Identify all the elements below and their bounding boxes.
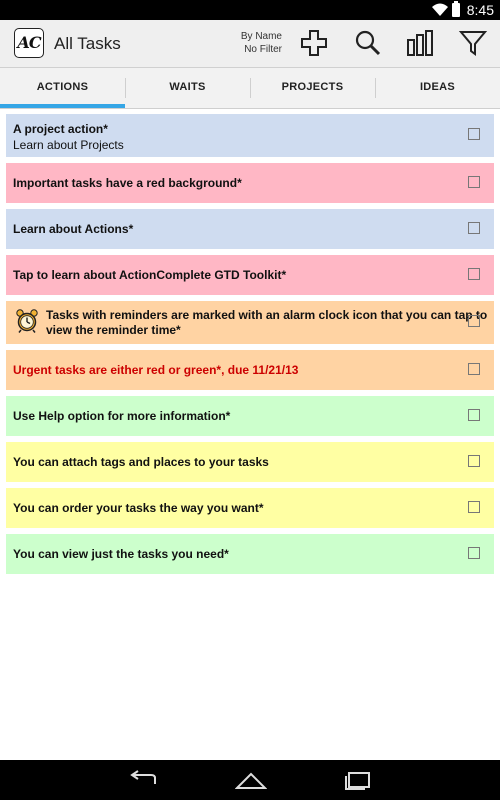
task-item[interactable]: Important tasks have a red background* bbox=[6, 163, 494, 203]
task-title: Urgent tasks are either red or green*, d… bbox=[13, 363, 299, 377]
tab-actions[interactable]: ACTIONS bbox=[0, 68, 125, 108]
tab-ideas[interactable]: IDEAS bbox=[375, 68, 500, 108]
task-checkbox[interactable] bbox=[468, 315, 480, 327]
tab-waits[interactable]: WAITS bbox=[125, 68, 250, 108]
sort-filter-info[interactable]: By Name No Filter bbox=[226, 30, 282, 56]
task-checkbox[interactable] bbox=[468, 455, 480, 467]
battery-icon bbox=[452, 1, 460, 17]
recents-icon[interactable] bbox=[343, 770, 373, 795]
task-item[interactable]: You can attach tags and places to your t… bbox=[6, 442, 494, 482]
tab-projects[interactable]: PROJECTS bbox=[250, 68, 375, 108]
home-icon[interactable] bbox=[234, 770, 268, 795]
search-icon[interactable] bbox=[353, 28, 383, 58]
task-item[interactable]: Tap to learn about ActionComplete GTD To… bbox=[6, 255, 494, 295]
task-checkbox[interactable] bbox=[468, 176, 480, 188]
task-title: Tasks with reminders are marked with an … bbox=[46, 308, 488, 322]
task-checkbox[interactable] bbox=[468, 409, 480, 421]
action-bar: AC All Tasks By Name No Filter bbox=[0, 20, 500, 68]
selected-tab-indicator bbox=[0, 104, 125, 108]
back-icon[interactable] bbox=[129, 770, 159, 795]
alarm-clock-icon[interactable] bbox=[16, 309, 38, 338]
task-checkbox[interactable] bbox=[468, 128, 480, 140]
task-item[interactable]: Learn about Actions* bbox=[6, 209, 494, 249]
tab-bar: ACTIONS WAITS PROJECTS IDEAS bbox=[0, 68, 500, 109]
task-title: You can view just the tasks you need* bbox=[13, 547, 229, 561]
task-title: A project action* bbox=[13, 122, 108, 136]
app-logo[interactable]: AC bbox=[14, 28, 44, 58]
task-item[interactable]: Tasks with reminders are marked with an … bbox=[6, 301, 494, 344]
task-title: You can order your tasks the way you wan… bbox=[13, 501, 264, 515]
task-title: Use Help option for more information* bbox=[13, 409, 231, 423]
task-checkbox[interactable] bbox=[468, 363, 480, 375]
task-title: Learn about Actions* bbox=[13, 222, 134, 236]
task-list: A project action* Learn about Projects I… bbox=[6, 114, 494, 580]
task-title: Tap to learn about ActionComplete GTD To… bbox=[13, 268, 287, 282]
stats-icon[interactable] bbox=[405, 28, 435, 58]
task-checkbox[interactable] bbox=[468, 547, 480, 559]
task-item[interactable]: Use Help option for more information* bbox=[6, 396, 494, 436]
task-title: Important tasks have a red background* bbox=[13, 176, 242, 190]
task-item[interactable]: Urgent tasks are either red or green*, d… bbox=[6, 350, 494, 390]
task-title-continued: view the reminder time* bbox=[46, 323, 181, 337]
task-title: You can attach tags and places to your t… bbox=[13, 455, 269, 469]
sort-label: By Name bbox=[240, 31, 282, 42]
task-checkbox[interactable] bbox=[468, 222, 480, 234]
clock: 8:45 bbox=[466, 2, 494, 18]
filter-label: No Filter bbox=[244, 44, 282, 55]
navigation-bar bbox=[0, 760, 500, 800]
task-item[interactable]: You can order your tasks the way you wan… bbox=[6, 488, 494, 528]
add-icon[interactable] bbox=[299, 28, 329, 58]
task-item[interactable]: A project action* Learn about Projects bbox=[6, 114, 494, 157]
filter-icon[interactable] bbox=[458, 28, 488, 58]
status-bar: 8:45 bbox=[0, 0, 500, 20]
task-checkbox[interactable] bbox=[468, 501, 480, 513]
task-subtitle: Learn about Projects bbox=[13, 138, 124, 152]
page-title: All Tasks bbox=[54, 34, 121, 53]
task-item[interactable]: You can view just the tasks you need* bbox=[6, 534, 494, 574]
task-checkbox[interactable] bbox=[468, 268, 480, 280]
